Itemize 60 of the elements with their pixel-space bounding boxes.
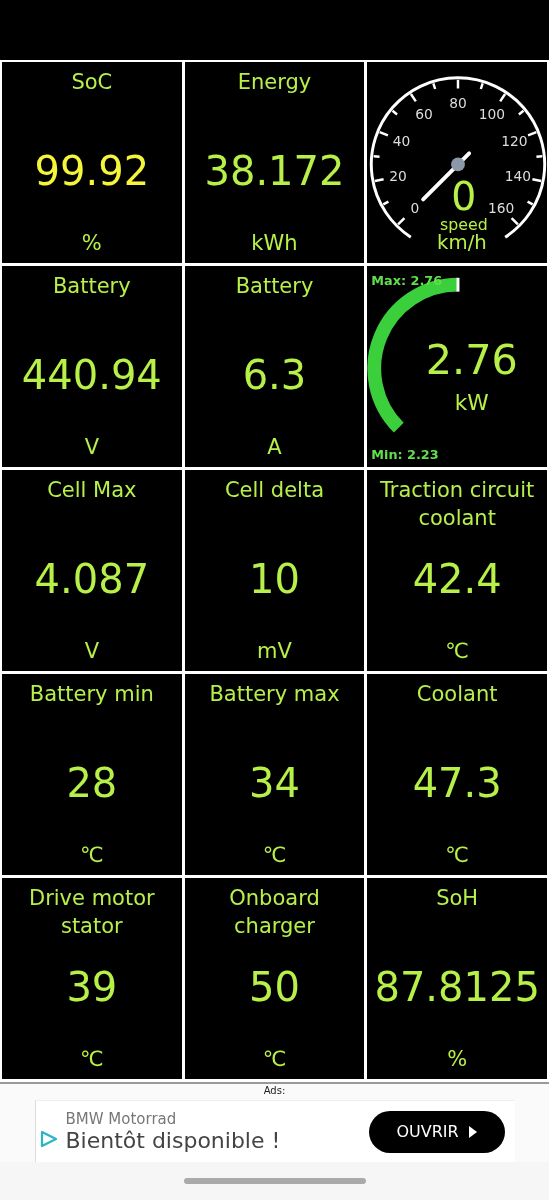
ad-headline: Bientôt disponible ! xyxy=(65,1128,282,1153)
tile-value: 39 xyxy=(66,962,118,1011)
ad-banner[interactable]: BMW Motorrad Bientôt disponible ! OUVRIR xyxy=(34,1100,515,1162)
tile-value: 38.172 xyxy=(204,146,345,195)
tile-value: 47.3 xyxy=(412,758,502,807)
tile-title: Cell Max xyxy=(47,477,137,504)
tile-value: 42.4 xyxy=(412,554,502,603)
tile-unit: % xyxy=(81,230,102,257)
play-icon xyxy=(39,1129,58,1148)
tile-title: Battery min xyxy=(29,681,154,708)
tile-value: 28 xyxy=(66,758,118,807)
tile-title: Battery xyxy=(52,273,131,300)
open-button[interactable]: OUVRIR xyxy=(368,1110,505,1153)
dial-label: 40 xyxy=(392,133,410,149)
tile-title: Energy xyxy=(237,69,312,96)
tile-title: Onboard charger xyxy=(228,885,321,940)
tile-value: 50 xyxy=(249,962,300,1011)
ads-label: Ads: xyxy=(263,1084,286,1098)
dial-label: 0 xyxy=(410,199,419,216)
tile-unit: V xyxy=(84,638,99,665)
tile-unit: mV xyxy=(257,638,292,665)
tile-unit: ℃ xyxy=(445,842,469,869)
dial-label: 60 xyxy=(414,105,433,122)
tile-value: 440.94 xyxy=(21,350,162,399)
max-marker xyxy=(456,277,460,292)
tile-title: Battery max xyxy=(209,681,340,708)
tile-unit: ℃ xyxy=(445,638,469,665)
advertiser-name: BMW Motorrad xyxy=(65,1110,178,1128)
tile-unit: ℃ xyxy=(262,1046,287,1073)
tile-value: 10 xyxy=(249,554,300,603)
dial-label: 140 xyxy=(504,168,531,185)
dial-label: 120 xyxy=(500,133,528,149)
tile-value: 4.087 xyxy=(34,554,150,603)
tile-title: Battery xyxy=(235,273,314,300)
power-value: 2.76 xyxy=(425,336,518,385)
tile-value: 87.8125 xyxy=(374,962,540,1011)
tile-unit: kWh xyxy=(251,230,298,257)
dial-label: 80 xyxy=(448,95,467,112)
power-unit: kW xyxy=(454,389,489,415)
caret-icon xyxy=(468,1125,477,1138)
tile-title: Drive motor stator xyxy=(28,885,156,940)
min-label: Min: 2.23 xyxy=(370,447,439,463)
tile-title: SoC xyxy=(71,69,113,96)
tile-title: SoH xyxy=(436,885,479,912)
tile-unit: V xyxy=(84,434,99,461)
tile-unit: ℃ xyxy=(80,842,104,869)
tile-value: 99.92 xyxy=(34,146,150,195)
tile-unit: A xyxy=(267,434,282,461)
tile-title: Cell delta xyxy=(224,477,325,504)
tile-unit: ℃ xyxy=(262,842,287,869)
dial-label: 160 xyxy=(487,199,514,216)
tile-value: 34 xyxy=(249,758,300,807)
tile-value: 6.3 xyxy=(242,350,307,399)
tile-title: Traction circuit coolant xyxy=(379,477,536,532)
dial-label: 100 xyxy=(478,105,505,122)
tile-unit: ℃ xyxy=(80,1046,104,1073)
home-indicator[interactable] xyxy=(183,1178,366,1184)
dial-label: 20 xyxy=(389,168,407,185)
tile-title: Coolant xyxy=(416,681,498,708)
tile-unit: % xyxy=(447,1046,468,1073)
